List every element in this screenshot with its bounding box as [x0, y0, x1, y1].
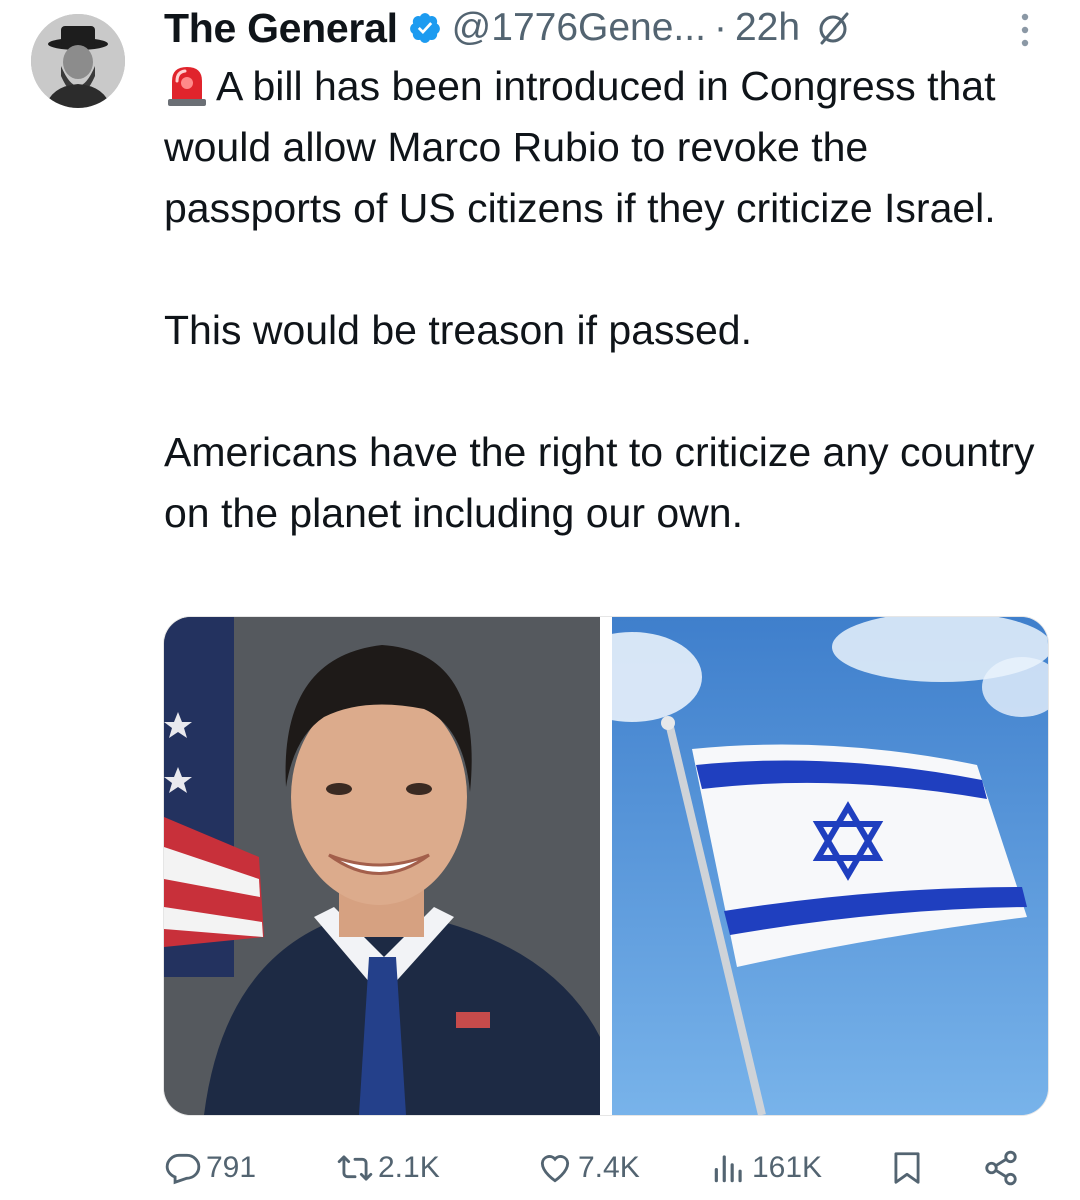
- tweet-header: The General @1776Gene... · 22h: [164, 0, 1054, 56]
- like-count: 7.4K: [578, 1151, 640, 1184]
- avatar-portrait: [31, 14, 125, 108]
- siren-icon: [168, 67, 206, 106]
- portrait-photo[interactable]: [164, 617, 600, 1115]
- reply-icon: [165, 1153, 201, 1185]
- bookmark-button[interactable]: [888, 1138, 930, 1198]
- tweet-line-1: A bill has been introduced in Congress t…: [164, 63, 996, 231]
- flag-image: [612, 617, 1048, 1115]
- media-grid: [163, 616, 1049, 1116]
- like-button[interactable]: 7.4K: [536, 1138, 640, 1198]
- author-name[interactable]: The General: [164, 5, 398, 52]
- grok-icon[interactable]: [814, 8, 854, 48]
- reply-count: 791: [206, 1151, 257, 1184]
- more-icon[interactable]: [1018, 12, 1032, 48]
- views-button[interactable]: 161K: [710, 1138, 822, 1198]
- avatar[interactable]: [31, 14, 125, 108]
- timestamp[interactable]: 22h: [735, 6, 800, 50]
- views-count: 161K: [752, 1151, 823, 1184]
- tweet-paragraph-1: A bill has been introduced in Congress t…: [164, 56, 1044, 239]
- author-handle[interactable]: @1776Gene...: [452, 6, 706, 50]
- repost-button[interactable]: 2.1K: [336, 1138, 440, 1198]
- verified-badge-icon: [409, 13, 440, 43]
- portrait-image: [164, 617, 600, 1115]
- reply-button[interactable]: 791: [164, 1138, 256, 1198]
- flag-photo[interactable]: [612, 617, 1048, 1115]
- repost-count: 2.1K: [378, 1151, 440, 1184]
- separator-dot: ·: [713, 6, 727, 49]
- tweet-paragraph-2: This would be treason if passed.: [164, 307, 752, 353]
- tweet-text: A bill has been introduced in Congress t…: [164, 56, 1044, 544]
- like-icon: [540, 1155, 570, 1183]
- share-icon: [985, 1150, 1017, 1186]
- bookmark-icon: [894, 1152, 920, 1184]
- tweet-paragraph-3: Americans have the right to criticize an…: [164, 429, 1035, 536]
- action-bar: 791 2.1K 7.4K 161K: [164, 1138, 1044, 1198]
- repost-icon: [337, 1155, 373, 1181]
- share-button[interactable]: [982, 1138, 1024, 1198]
- views-icon: [714, 1155, 742, 1183]
